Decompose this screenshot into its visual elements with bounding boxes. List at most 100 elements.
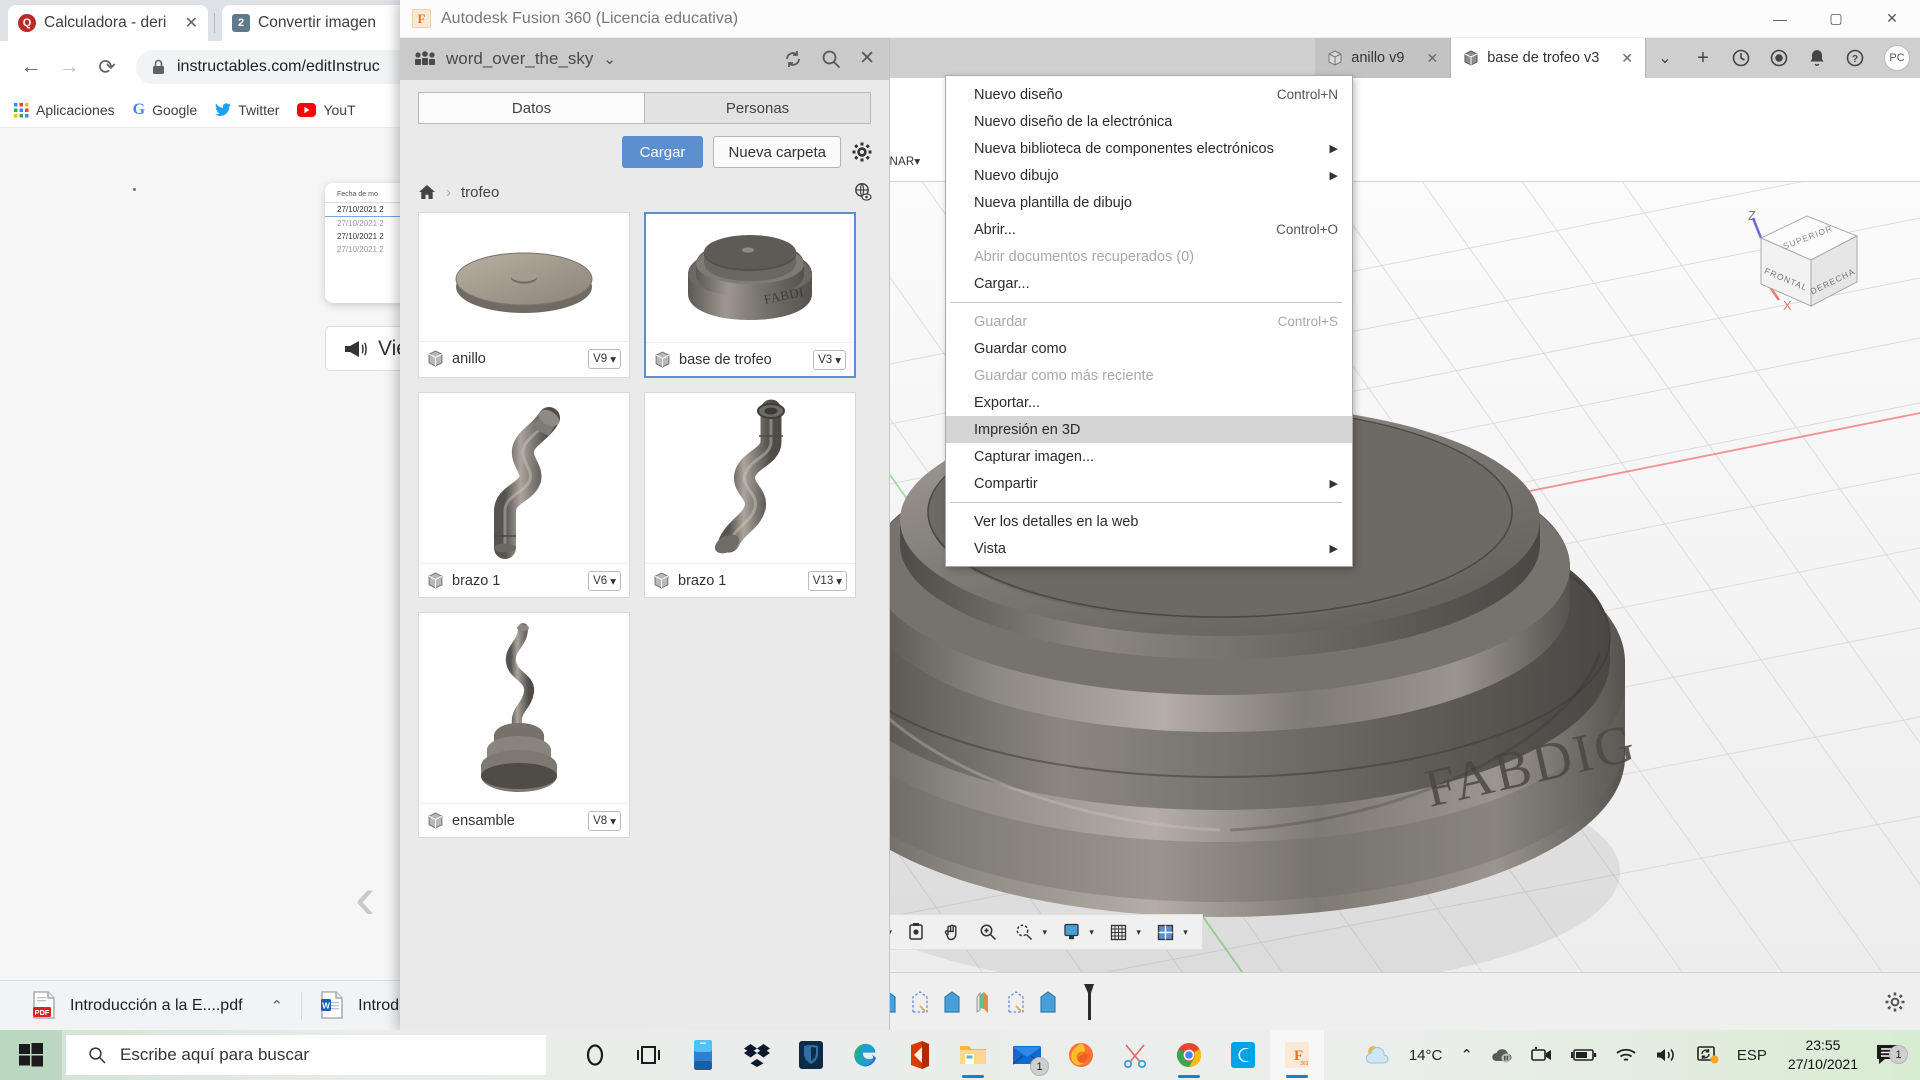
job-status-icon[interactable]	[1722, 38, 1760, 78]
taskbar-search-input[interactable]: Escribe aquí para buscar	[66, 1035, 546, 1075]
refresh-icon[interactable]	[783, 49, 803, 69]
file-card-anillo[interactable]: anillo V9 ▾	[418, 212, 630, 378]
document-tab-anillo-close-icon[interactable]: ✕	[1426, 50, 1438, 67]
zoom-icon[interactable]	[970, 917, 1006, 947]
action-center-icon[interactable]: 1	[1870, 1044, 1914, 1066]
breadcrumb-folder[interactable]: trofeo	[461, 184, 499, 201]
menu-item-ver-detalles-en-la-web[interactable]: Ver los detalles en la web	[946, 508, 1352, 535]
version-chip-anillo[interactable]: V9 ▾	[588, 348, 621, 369]
browser-tab-1-close-icon[interactable]: ✕	[179, 13, 198, 33]
menu-item-nuevo-dibujo[interactable]: Nuevo dibujo ▶	[946, 162, 1352, 189]
back-arrow-icon[interactable]: ←	[14, 50, 48, 84]
windows-start-icon[interactable]	[0, 1030, 62, 1080]
version-chip-brazo-1-v6[interactable]: V6 ▾	[588, 570, 621, 591]
home-icon[interactable]	[418, 184, 436, 200]
gear-icon[interactable]	[1884, 991, 1906, 1013]
temperature-label[interactable]: 14°C	[1400, 1047, 1452, 1064]
browser-tab-2[interactable]: 2 Convertir imagen ✕	[222, 5, 422, 41]
menu-item-vista[interactable]: Vista ▶	[946, 535, 1352, 562]
new-folder-button[interactable]: Nueva carpeta	[713, 136, 841, 168]
menu-item-compartir[interactable]: Compartir ▶	[946, 470, 1352, 497]
gear-icon[interactable]	[851, 141, 873, 163]
grid-snap-icon[interactable]	[1100, 917, 1136, 947]
menu-item-exportar[interactable]: Exportar...	[946, 389, 1352, 416]
menu-item-nuevo-diseno[interactable]: Nuevo diseño Control+N	[946, 81, 1352, 108]
dropbox-icon[interactable]	[730, 1030, 784, 1080]
bitwarden-icon[interactable]	[784, 1030, 838, 1080]
forward-arrow-icon[interactable]: →	[52, 50, 86, 84]
chevron-left-icon[interactable]: ‹	[355, 863, 375, 932]
viewports-icon[interactable]	[1147, 917, 1183, 947]
timeline-node[interactable]	[938, 987, 966, 1017]
chevron-down-icon[interactable]: ⌄	[603, 50, 616, 68]
timeline-node[interactable]	[970, 987, 998, 1017]
microsoft-edge-icon[interactable]	[838, 1030, 892, 1080]
menu-item-nueva-plantilla-dibujo[interactable]: Nueva plantilla de dibujo	[946, 189, 1352, 216]
menu-item-abrir[interactable]: Abrir... Control+O	[946, 216, 1352, 243]
close-icon[interactable]: ✕	[859, 49, 875, 69]
browser-tab-1[interactable]: Q Calculadora - deri ✕	[8, 5, 208, 41]
snip-sketch-icon[interactable]	[1108, 1030, 1162, 1080]
recent-icon[interactable]	[1760, 38, 1798, 78]
cortana-icon[interactable]	[568, 1030, 622, 1080]
minimize-button[interactable]: —	[1752, 0, 1808, 38]
menu-item-impresion-en-3d[interactable]: Impresión en 3D	[946, 416, 1352, 443]
viewcube[interactable]: Z X SUPERIOR FRONTAL DERECHA	[1735, 210, 1885, 340]
timeline-node[interactable]	[906, 987, 934, 1017]
office-icon[interactable]	[892, 1030, 946, 1080]
partly-cloudy-icon[interactable]	[1354, 1043, 1400, 1067]
hub-name[interactable]: word_over_the_sky	[446, 49, 593, 69]
bookmark-apps[interactable]: Aplicaciones	[14, 102, 115, 118]
file-card-ensamble[interactable]: ensamble V8 ▾	[418, 612, 630, 838]
chevron-up-icon[interactable]: ⌃	[271, 997, 284, 1015]
chevron-down-icon[interactable]: ▾	[1183, 927, 1188, 938]
reload-icon[interactable]: ⟳	[90, 50, 124, 84]
file-card-brazo-1-v6[interactable]: brazo 1 V6 ▾	[418, 392, 630, 598]
volume-icon[interactable]	[1646, 1046, 1688, 1064]
version-chip-base-de-trofeo[interactable]: V3 ▾	[813, 349, 846, 370]
look-at-icon[interactable]	[898, 917, 934, 947]
chevron-down-icon[interactable]: ▾	[1089, 927, 1094, 938]
bookmark-twitter[interactable]: Twitter	[215, 102, 279, 118]
battery-charging-icon[interactable]	[1562, 1047, 1606, 1063]
document-tab-base-de-trofeo-close-icon[interactable]: ✕	[1621, 50, 1633, 67]
document-tab-anillo[interactable]: anillo v9 ✕	[1315, 38, 1452, 78]
help-question-icon[interactable]: ?	[1836, 38, 1874, 78]
chevron-up-icon[interactable]: ⌃	[1451, 1046, 1482, 1064]
onedrive-icon[interactable]	[1482, 1046, 1522, 1064]
file-explorer-icon[interactable]	[946, 1030, 1000, 1080]
notifications-bell-icon[interactable]	[1798, 38, 1836, 78]
menu-item-guardar-como[interactable]: Guardar como	[946, 335, 1352, 362]
globe-eye-icon[interactable]	[853, 182, 873, 202]
menu-item-cargar[interactable]: Cargar...	[946, 270, 1352, 297]
pan-hand-icon[interactable]	[934, 917, 970, 947]
fusion-360-icon[interactable]: F 360	[1270, 1030, 1324, 1080]
display-settings-icon[interactable]	[1053, 917, 1089, 947]
tab-datos[interactable]: Datos	[418, 92, 644, 124]
menu-item-nueva-biblioteca-componentes[interactable]: Nueva biblioteca de componentes electrón…	[946, 135, 1352, 162]
bookmark-youtube[interactable]: YouT	[297, 102, 356, 118]
mail-icon[interactable]: 1	[1000, 1030, 1054, 1080]
clock[interactable]: 23:55 27/10/2021	[1776, 1036, 1870, 1074]
cura-icon[interactable]	[1216, 1030, 1270, 1080]
avatar[interactable]: PC	[1884, 45, 1910, 71]
firefox-icon[interactable]	[1054, 1030, 1108, 1080]
wifi-icon[interactable]	[1606, 1046, 1646, 1064]
camera-icon[interactable]	[1522, 1046, 1562, 1064]
upload-button[interactable]: Cargar	[621, 136, 704, 168]
document-tab-base-de-trofeo[interactable]: base de trofeo v3 ✕	[1451, 38, 1646, 78]
language-indicator[interactable]: ESP	[1728, 1047, 1776, 1064]
your-phone-icon[interactable]	[676, 1030, 730, 1080]
version-chip-brazo-1-v13[interactable]: V13 ▾	[807, 570, 847, 591]
menu-item-capturar-imagen[interactable]: Capturar imagen...	[946, 443, 1352, 470]
chevron-down-icon[interactable]: ⌄	[1646, 38, 1684, 78]
timeline-marker[interactable]	[1082, 983, 1096, 1020]
file-card-base-de-trofeo[interactable]: FABDI base de trofeo V3 ▾	[644, 212, 856, 378]
menu-item-nuevo-diseno-electronica[interactable]: Nuevo diseño de la electrónica	[946, 108, 1352, 135]
chevron-down-icon[interactable]: ▾	[1136, 927, 1141, 938]
plus-icon[interactable]: +	[1684, 38, 1722, 78]
maximize-button[interactable]: ▢	[1808, 0, 1864, 38]
timeline-node[interactable]	[1002, 987, 1030, 1017]
task-view-icon[interactable]	[622, 1030, 676, 1080]
bookmark-google[interactable]: G Google	[133, 101, 198, 119]
